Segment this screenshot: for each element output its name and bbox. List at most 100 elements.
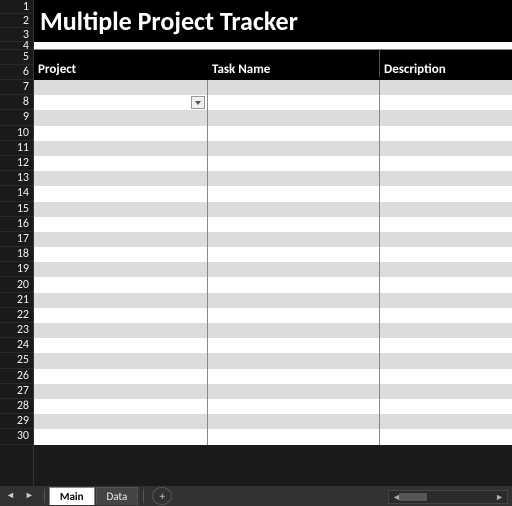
cell-project[interactable]	[34, 126, 208, 141]
row-header[interactable]: 17	[0, 232, 33, 247]
column-header-task[interactable]: Task Name	[208, 50, 380, 77]
cell-project[interactable]	[34, 353, 208, 368]
column-header-desc[interactable]: Description	[380, 50, 512, 77]
cell-task[interactable]	[208, 141, 380, 156]
cell-task[interactable]	[208, 353, 380, 368]
cell-project[interactable]	[34, 232, 208, 247]
cell-desc[interactable]	[380, 141, 512, 156]
cell-task[interactable]	[208, 217, 380, 232]
row-header[interactable]: 28	[0, 399, 33, 414]
cell-task[interactable]	[208, 338, 380, 353]
cell-project[interactable]	[34, 399, 208, 414]
row-header[interactable]: 11	[0, 141, 33, 156]
cell-desc[interactable]	[380, 338, 512, 353]
horizontal-scrollbar[interactable]: ◄ ►	[388, 490, 508, 504]
cell-desc[interactable]	[380, 186, 512, 201]
row-header[interactable]: 21	[0, 293, 33, 308]
row-header[interactable]: 13	[0, 171, 33, 186]
cell-task[interactable]	[208, 384, 380, 399]
row-header[interactable]: 20	[0, 277, 33, 292]
cell-task[interactable]	[208, 232, 380, 247]
row-header[interactable]: 26	[0, 369, 33, 384]
row-header[interactable]: 16	[0, 217, 33, 232]
cell-task[interactable]	[208, 95, 380, 110]
row-header[interactable]: 30	[0, 429, 33, 444]
cell-desc[interactable]	[380, 95, 512, 110]
cell-desc[interactable]	[380, 429, 512, 444]
cell-project[interactable]	[34, 429, 208, 444]
row-header[interactable]: 15	[0, 202, 33, 217]
cell-task[interactable]	[208, 399, 380, 414]
cell-project[interactable]	[34, 262, 208, 277]
row-header[interactable]: 10	[0, 126, 33, 141]
cell-task[interactable]	[208, 126, 380, 141]
cell-desc[interactable]	[380, 277, 512, 292]
cell-project[interactable]	[34, 141, 208, 156]
cell-task[interactable]	[208, 308, 380, 323]
cell-task[interactable]	[208, 202, 380, 217]
row-header[interactable]: 1	[0, 0, 33, 14]
cell-desc[interactable]	[380, 384, 512, 399]
cell-desc[interactable]	[380, 399, 512, 414]
cell-task[interactable]	[208, 186, 380, 201]
cell-desc[interactable]	[380, 414, 512, 429]
row-header[interactable]: 18	[0, 247, 33, 262]
cell-project[interactable]	[34, 338, 208, 353]
scroll-thumb[interactable]	[399, 493, 427, 501]
cell-desc[interactable]	[380, 126, 512, 141]
dropdown-button[interactable]	[191, 96, 205, 109]
cell-project[interactable]	[34, 384, 208, 399]
row-header[interactable]: 19	[0, 262, 33, 277]
cell-project[interactable]	[34, 171, 208, 186]
cell-task[interactable]	[208, 171, 380, 186]
row-header[interactable]: 29	[0, 414, 33, 429]
cell-desc[interactable]	[380, 171, 512, 186]
cell-task[interactable]	[208, 262, 380, 277]
scroll-right-icon[interactable]: ►	[495, 492, 504, 503]
row-header[interactable]: 27	[0, 384, 33, 399]
cell-desc[interactable]	[380, 80, 512, 95]
cell-project[interactable]	[34, 414, 208, 429]
cell-desc[interactable]	[380, 369, 512, 384]
cell-project[interactable]	[34, 202, 208, 217]
column-header-project[interactable]: Project	[34, 50, 208, 77]
row-header[interactable]: 14	[0, 186, 33, 201]
sheet-tab-main[interactable]: Main	[49, 487, 95, 505]
row-header[interactable]: 2	[0, 14, 33, 28]
cell-task[interactable]	[208, 277, 380, 292]
cell-task[interactable]	[208, 80, 380, 95]
cell-desc[interactable]	[380, 110, 512, 125]
row-header[interactable]: 25	[0, 353, 33, 368]
cell-desc[interactable]	[380, 308, 512, 323]
cell-project[interactable]	[34, 308, 208, 323]
cell-task[interactable]	[208, 369, 380, 384]
cell-task[interactable]	[208, 247, 380, 262]
sheet-tab-data[interactable]: Data	[96, 487, 139, 505]
cell-task[interactable]	[208, 156, 380, 171]
row-header[interactable]: 5	[0, 50, 33, 65]
cell-task[interactable]	[208, 293, 380, 308]
row-header[interactable]: 23	[0, 323, 33, 338]
nav-prev-icon[interactable]: ◄	[6, 486, 15, 506]
cell-task[interactable]	[208, 414, 380, 429]
cell-project[interactable]	[34, 369, 208, 384]
cell-desc[interactable]	[380, 353, 512, 368]
cell-project[interactable]	[34, 277, 208, 292]
cell-desc[interactable]	[380, 217, 512, 232]
cell-project[interactable]	[34, 217, 208, 232]
cell-desc[interactable]	[380, 262, 512, 277]
row-header[interactable]: 24	[0, 338, 33, 353]
row-header[interactable]: 22	[0, 308, 33, 323]
cell-desc[interactable]	[380, 232, 512, 247]
cell-task[interactable]	[208, 429, 380, 444]
row-header[interactable]: 8	[0, 95, 33, 110]
cell-project[interactable]	[34, 293, 208, 308]
cell-task[interactable]	[208, 323, 380, 338]
cell-desc[interactable]	[380, 293, 512, 308]
cell-desc[interactable]	[380, 156, 512, 171]
cell-project[interactable]	[34, 247, 208, 262]
cell-task[interactable]	[208, 110, 380, 125]
row-header[interactable]: 7	[0, 80, 33, 95]
cell-desc[interactable]	[380, 323, 512, 338]
row-header[interactable]: 9	[0, 110, 33, 125]
